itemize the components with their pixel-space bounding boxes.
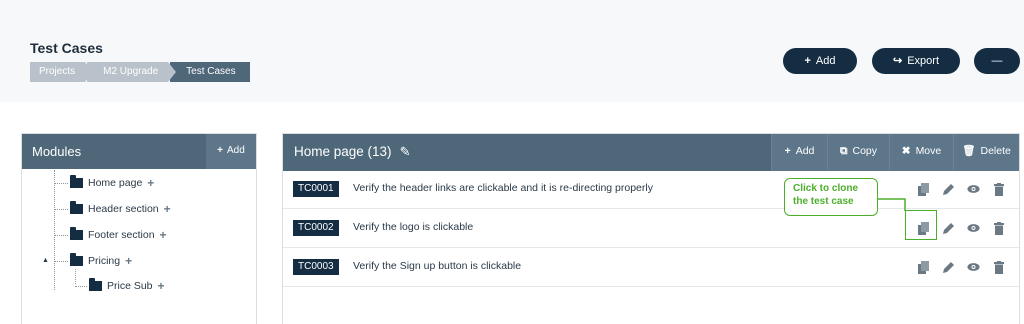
view-eye-icon[interactable] [967,221,980,235]
testcases-header: Home page (13) ✎ + Add ⧉ Copy ✖ Move 🗑 Delete [283,134,1019,171]
add-child-icon[interactable]: + [147,176,154,190]
breadcrumb-test-cases: Test Cases [170,62,250,82]
tree-item-header-section[interactable]: Header section + [54,201,171,217]
export-button[interactable]: ↪ Export [872,48,960,74]
testcase-title[interactable]: Verify the logo is clickable [353,221,473,233]
add-child-icon[interactable]: + [164,202,171,216]
add-child-icon[interactable]: + [160,228,167,242]
tree-item-footer-section[interactable]: Footer section + [54,227,167,243]
move-icon: ✖ [901,145,911,157]
page-header: Test Cases Projects M2 Upgrade Test Case… [0,0,1024,102]
move-button[interactable]: ✖ Move [889,134,953,171]
add-child-icon[interactable]: + [125,254,132,268]
add-child-icon[interactable]: + [158,279,165,293]
module-title: Home page (13) ✎ [294,144,411,159]
add-module-button[interactable]: + Add [206,134,256,169]
plus-icon: + [217,145,224,156]
trash-icon[interactable] [992,182,1005,196]
modules-panel: Modules + Add Home page + Header section … [21,133,257,324]
clone-icon-highlight [905,210,937,240]
testcase-id[interactable]: TC0002 [293,220,339,236]
export-icon: ↪ [892,55,903,67]
delete-button[interactable]: 🗑 Delete [953,134,1019,171]
clone-icon[interactable] [917,260,930,274]
page-title: Test Cases [30,40,103,56]
trash-icon: 🗑 [962,145,976,157]
testcase-id[interactable]: TC0003 [293,259,339,275]
plus-icon: + [784,145,791,157]
folder-icon [70,253,83,266]
testcase-title[interactable]: Verify the Sign up button is clickable [353,260,521,272]
copy-button[interactable]: ⧉ Copy [827,134,889,171]
trash-icon[interactable] [992,260,1005,274]
clone-icon[interactable] [917,182,930,196]
folder-icon [70,227,83,240]
callout-line-2: the test case [793,196,854,207]
row-actions [905,260,1005,274]
breadcrumb: Projects M2 Upgrade Test Cases [30,62,252,82]
more-options-button[interactable]: — [974,48,1020,74]
folder-icon [70,201,83,214]
table-row[interactable]: TC0003 Verify the Sign up button is clic… [283,249,1019,287]
testcase-title[interactable]: Verify the header links are clickable an… [353,182,653,194]
tree-item-price-sub[interactable]: Price Sub + [75,278,165,294]
modules-header: Modules + Add [22,134,256,169]
edit-icon[interactable] [942,182,955,196]
tree-item-pricing[interactable]: Pricing + [54,253,132,269]
expand-caret-icon[interactable]: ▲ [42,257,49,264]
edit-pencil-icon[interactable]: ✎ [400,144,411,159]
row-actions [905,182,1005,196]
callout-line-1: Click to clone [793,183,859,194]
modules-title: Modules [32,144,82,159]
clone-tooltip-callout: Click to clone the test case [784,178,878,216]
copy-icon: ⧉ [839,145,848,157]
edit-icon[interactable] [942,260,955,274]
tree-item-home-page[interactable]: Home page + [54,175,154,191]
folder-icon [89,278,102,291]
table-row[interactable]: TC0001 Verify the header links are click… [283,171,1019,209]
add-testcase-button[interactable]: + Add [783,48,857,74]
breadcrumb-projects[interactable]: Projects [30,62,94,82]
testcase-id[interactable]: TC0001 [293,181,339,197]
callout-pointer [878,198,906,211]
trash-icon[interactable] [992,221,1005,235]
folder-icon [70,175,83,188]
plus-icon: + [804,55,811,67]
breadcrumb-m2-upgrade[interactable]: M2 Upgrade [87,62,177,82]
view-eye-icon[interactable] [967,260,980,274]
add-button[interactable]: + Add [771,134,827,171]
view-eye-icon[interactable] [967,182,980,196]
edit-icon[interactable] [942,221,955,235]
